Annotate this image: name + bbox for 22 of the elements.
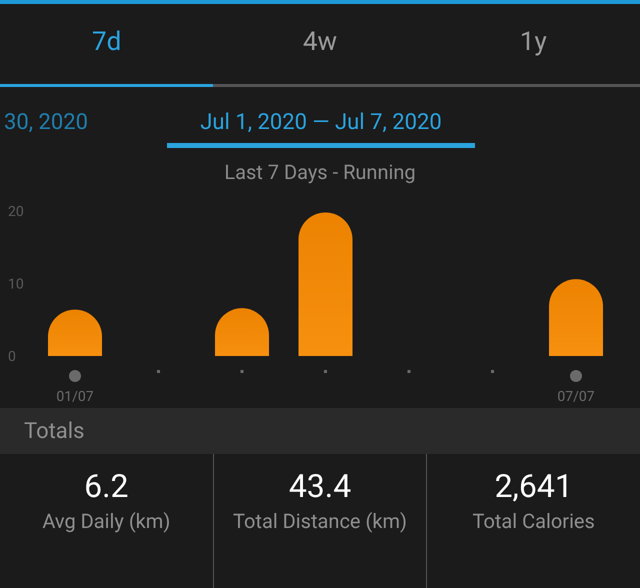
totals-header: Totals	[0, 408, 640, 454]
period-tab[interactable]: 1y	[426, 4, 640, 87]
period-tab[interactable]: 7d	[0, 4, 214, 87]
stat-label: Total Calories	[472, 508, 595, 535]
chart-bar	[215, 308, 269, 356]
stat-value: 6.2	[84, 466, 129, 506]
date-range-tab[interactable]: 30, 2020	[4, 106, 88, 139]
chart-bar	[48, 310, 102, 356]
stat-value: 2,641	[494, 466, 573, 506]
chart-title: Last 7 Days - Running	[223, 159, 417, 186]
axis-dot	[570, 370, 582, 382]
stat-value: 43.4	[288, 466, 352, 506]
x-axis-label: 07/07	[557, 389, 595, 405]
x-axis-label: 01/07	[56, 389, 94, 405]
y-axis-label: 0	[8, 349, 16, 365]
y-axis-label: 20	[8, 204, 24, 220]
axis-dot	[69, 370, 81, 382]
stat-label: Total Distance (km)	[233, 508, 407, 535]
stat-label: Avg Daily (km)	[42, 508, 170, 535]
y-axis-label: 10	[8, 276, 24, 292]
date-range-tab[interactable]: Jul 1, 2020 — Jul 7, 2020	[167, 100, 475, 148]
period-tab[interactable]: 4w	[213, 4, 427, 87]
